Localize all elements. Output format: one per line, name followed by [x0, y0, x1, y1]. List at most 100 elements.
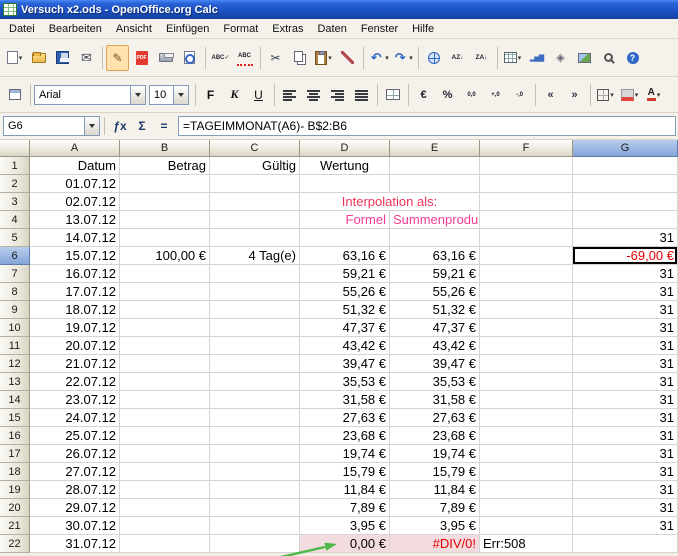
- row-header-13[interactable]: 13: [0, 373, 30, 391]
- cell-G16[interactable]: 31: [573, 427, 678, 445]
- cell-F18[interactable]: [480, 463, 573, 481]
- cell-G12[interactable]: 31: [573, 355, 678, 373]
- row-header-5[interactable]: 5: [0, 229, 30, 247]
- cell-F19[interactable]: [480, 481, 573, 499]
- cell-B17[interactable]: [120, 445, 210, 463]
- format-paintbrush-button[interactable]: [336, 45, 359, 71]
- cell-D13[interactable]: 35,53 €: [300, 373, 390, 391]
- cell-G10[interactable]: 31: [573, 319, 678, 337]
- row-header-14[interactable]: 14: [0, 391, 30, 409]
- cell-C10[interactable]: [210, 319, 300, 337]
- cell-E15[interactable]: 27,63 €: [390, 409, 480, 427]
- bold-button[interactable]: F: [199, 82, 222, 108]
- cell-D14[interactable]: 31,58 €: [300, 391, 390, 409]
- cell-E10[interactable]: 47,37 €: [390, 319, 480, 337]
- cell-F10[interactable]: [480, 319, 573, 337]
- cell-E17[interactable]: 19,74 €: [390, 445, 480, 463]
- cell-C14[interactable]: [210, 391, 300, 409]
- cell-G13[interactable]: 31: [573, 373, 678, 391]
- sort-descending-button[interactable]: ZA↓: [470, 45, 493, 71]
- column-header-G[interactable]: G: [573, 140, 678, 157]
- cell-D18[interactable]: 15,79 €: [300, 463, 390, 481]
- cell-A19[interactable]: 28.07.12: [30, 481, 120, 499]
- cell-D19[interactable]: 11,84 €: [300, 481, 390, 499]
- cell-G2[interactable]: [573, 175, 678, 193]
- currency-format-button[interactable]: €: [412, 82, 435, 108]
- column-header-A[interactable]: A: [30, 140, 120, 157]
- row-header-12[interactable]: 12: [0, 355, 30, 373]
- cell-F1[interactable]: [480, 157, 573, 175]
- cell-B13[interactable]: [120, 373, 210, 391]
- cell-D10[interactable]: 47,37 €: [300, 319, 390, 337]
- navigator-button[interactable]: ◈: [549, 45, 572, 71]
- cell-C19[interactable]: [210, 481, 300, 499]
- align-left-button[interactable]: [278, 82, 301, 108]
- increase-indent-button[interactable]: »: [563, 82, 586, 108]
- cell-B5[interactable]: [120, 229, 210, 247]
- column-header-D[interactable]: D: [300, 140, 390, 157]
- cell-B22[interactable]: [120, 535, 210, 553]
- select-all-corner[interactable]: [0, 140, 30, 157]
- column-header-E[interactable]: E: [390, 140, 480, 157]
- cell-E2[interactable]: [390, 175, 480, 193]
- align-right-button[interactable]: [326, 82, 349, 108]
- cell-G1[interactable]: [573, 157, 678, 175]
- cell-B19[interactable]: [120, 481, 210, 499]
- cell-A7[interactable]: 16.07.12: [30, 265, 120, 283]
- menu-bearbeiten[interactable]: Bearbeiten: [42, 20, 109, 38]
- row-header-7[interactable]: 7: [0, 265, 30, 283]
- cell-G3[interactable]: [573, 193, 678, 211]
- cell-F7[interactable]: [480, 265, 573, 283]
- cell-B21[interactable]: [120, 517, 210, 535]
- styles-window-button[interactable]: [3, 82, 26, 108]
- align-justify-button[interactable]: [350, 82, 373, 108]
- cell-D17[interactable]: 19,74 €: [300, 445, 390, 463]
- cell-F2[interactable]: [480, 175, 573, 193]
- cell-A4[interactable]: 13.07.12: [30, 211, 120, 229]
- formula-input[interactable]: =TAGEIMMONAT(A6)- B$2:B6: [178, 116, 676, 136]
- underline-button[interactable]: U: [247, 82, 270, 108]
- cell-G18[interactable]: 31: [573, 463, 678, 481]
- insert-table-button[interactable]: ▾: [501, 45, 524, 71]
- column-header-C[interactable]: C: [210, 140, 300, 157]
- cell-B12[interactable]: [120, 355, 210, 373]
- undo-button[interactable]: ↶▾: [367, 45, 390, 71]
- name-box-dropdown[interactable]: [84, 117, 99, 135]
- cell-F6[interactable]: [480, 247, 573, 265]
- percent-format-button[interactable]: %: [436, 82, 459, 108]
- cell-C8[interactable]: [210, 283, 300, 301]
- cell-E20[interactable]: 7,89 €: [390, 499, 480, 517]
- cell-D6[interactable]: 63,16 €: [300, 247, 390, 265]
- cell-F15[interactable]: [480, 409, 573, 427]
- font-color-button[interactable]: A▾: [642, 82, 665, 108]
- row-header-15[interactable]: 15: [0, 409, 30, 427]
- print-button[interactable]: [154, 45, 177, 71]
- hyperlink-button[interactable]: [422, 45, 445, 71]
- cell-G20[interactable]: 31: [573, 499, 678, 517]
- cell-C7[interactable]: [210, 265, 300, 283]
- menu-fenster[interactable]: Fenster: [354, 20, 405, 38]
- cell-B4[interactable]: [120, 211, 210, 229]
- cell-A11[interactable]: 20.07.12: [30, 337, 120, 355]
- cell-C22[interactable]: [210, 535, 300, 553]
- font-size-combo-dropdown[interactable]: [173, 86, 188, 104]
- cell-D1[interactable]: Wertung: [300, 157, 390, 175]
- cell-C15[interactable]: [210, 409, 300, 427]
- cell-G8[interactable]: 31: [573, 283, 678, 301]
- cell-B10[interactable]: [120, 319, 210, 337]
- standard-format-button[interactable]: 0,0: [460, 82, 483, 108]
- cell-B20[interactable]: [120, 499, 210, 517]
- row-header-20[interactable]: 20: [0, 499, 30, 517]
- cell-D20[interactable]: 7,89 €: [300, 499, 390, 517]
- cell-D11[interactable]: 43,42 €: [300, 337, 390, 355]
- row-header-16[interactable]: 16: [0, 427, 30, 445]
- cell-F20[interactable]: [480, 499, 573, 517]
- cell-D7[interactable]: 59,21 €: [300, 265, 390, 283]
- borders-button[interactable]: ▾: [594, 82, 617, 108]
- cell-C9[interactable]: [210, 301, 300, 319]
- merge-cells-button[interactable]: [381, 82, 404, 108]
- cell-A15[interactable]: 24.07.12: [30, 409, 120, 427]
- cell-F17[interactable]: [480, 445, 573, 463]
- cell-D21[interactable]: 3,95 €: [300, 517, 390, 535]
- insert-chart-button[interactable]: ▂▅▇: [525, 45, 548, 71]
